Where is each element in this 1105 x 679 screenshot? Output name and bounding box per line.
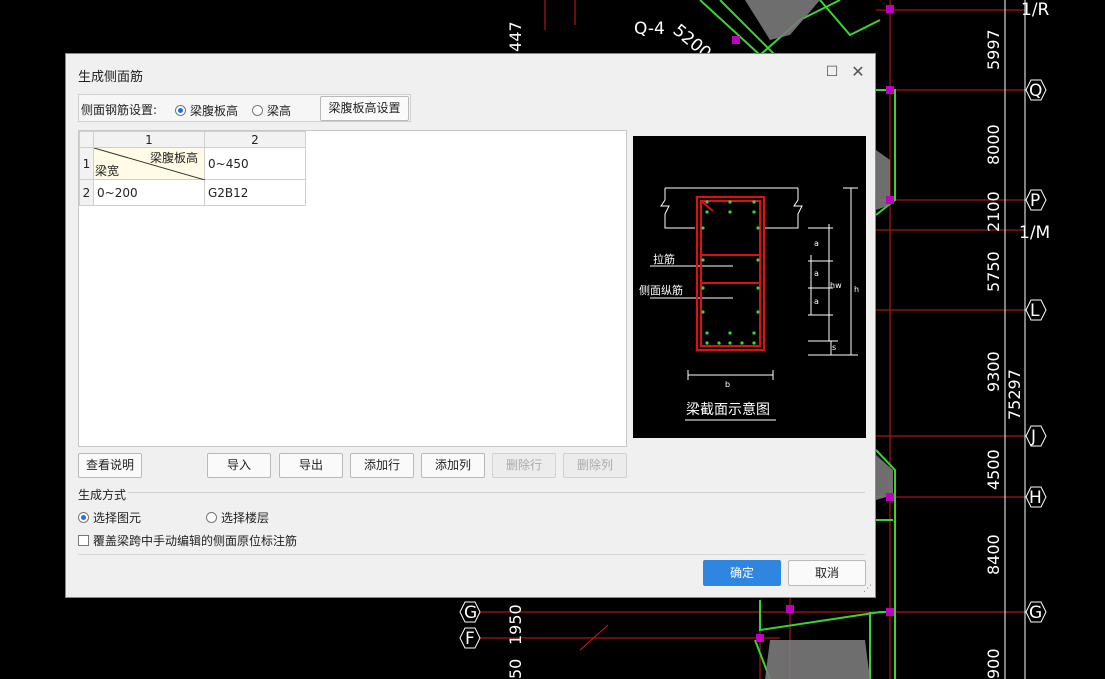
side-rebar-dialog: 生成侧面筋 ☐ ✕ 侧面钢筋设置: 梁腹板高 梁高 梁腹板高设置 1 2 1 梁… [65,53,876,598]
dim-8400: 8400 [984,534,1003,575]
col-header-2[interactable]: 2 [204,131,306,148]
beam-width-header: 梁宽 [95,164,120,178]
radio-checked-icon [175,105,186,116]
radio-web-height[interactable]: 梁腹板高 [175,102,238,119]
radio-beam-height[interactable]: 梁高 [252,102,291,119]
override-checkbox-label: 覆盖梁跨中手动编辑的侧面原位标注筋 [93,534,298,548]
radio-select-element-label: 选择图元 [93,511,142,525]
row-header-2[interactable]: 2 [79,179,94,206]
generation-mode-title: 生成方式 [78,488,127,502]
radio-select-floor-label: 选择楼层 [221,511,270,525]
dim-a-2: a [814,269,819,278]
delete-column-button[interactable]: 删除列 [563,453,627,478]
dim-9300: 9300 [984,351,1003,392]
diagram-caption: 梁截面示意图 [686,401,770,418]
axis-label-g-left: G [464,603,477,623]
export-button[interactable]: 导出 [279,453,343,478]
rebar-table: 1 2 1 梁腹板高 梁宽 0~450 2 0~200 G2B12 [79,131,306,206]
dim-s: s [832,343,836,352]
radio-beam-height-label: 梁高 [267,104,292,118]
close-icon[interactable]: ✕ [850,64,866,80]
axis-label-1r: 1/R [1021,0,1050,20]
dim-hw: hw [830,281,842,290]
radio-select-element[interactable]: 选择图元 [78,509,141,526]
cell-rebar-spec[interactable]: G2B12 [204,179,306,206]
dim-5997: 5997 [984,29,1003,70]
dim-1950: 1950 [506,604,525,645]
settings-label: 侧面钢筋设置: [81,103,158,117]
dim-h: h [854,285,859,294]
add-column-button[interactable]: 添加列 [421,453,485,478]
override-manual-annotation-checkbox[interactable]: 覆盖梁跨中手动编辑的侧面原位标注筋 [78,532,297,549]
dim-2100: 2100 [984,191,1003,232]
axis-label-l: L [1030,301,1040,321]
label-side-bar: 侧面纵筋 [639,283,683,297]
web-height-setup-button[interactable]: 梁腹板高设置 [320,96,409,121]
row-header-1[interactable]: 1 [79,147,94,180]
ok-button[interactable]: 确定 [703,560,781,586]
axis-label-h: H [1029,488,1042,508]
table-corner [79,131,94,148]
axis-label-p: P [1030,191,1040,211]
cell-beam-width-range[interactable]: 0~200 [93,179,205,206]
beam-section-diagram: 拉筋 侧面纵筋 a a a hw h s b 梁截面示意图 [633,136,866,438]
delete-row-button[interactable]: 删除行 [492,453,556,478]
radio-checked-icon [78,512,89,523]
resize-grip-icon[interactable]: ⋰ [863,584,872,594]
top-label-q4: Q-4 [634,19,665,39]
dim-900: 900 [984,648,1003,679]
dim-a-3: a [814,297,819,306]
radio-select-floor[interactable]: 选择楼层 [206,509,269,526]
radio-unchecked-icon [206,512,217,523]
dim-75297: 75297 [1005,369,1024,420]
axis-label-1m: 1/M [1019,223,1050,243]
maximize-icon[interactable]: ☐ [824,64,840,80]
help-button[interactable]: 查看说明 [78,453,142,478]
dim-50: 50 [506,659,525,679]
web-height-header: 梁腹板高 [149,151,198,165]
col-header-1[interactable]: 1 [93,131,205,148]
axis-label-q: Q [1029,81,1042,101]
axis-label-f: F [465,629,475,649]
dim-b: b [725,380,730,389]
checkbox-unchecked-icon [78,535,89,546]
cell-web-height-range[interactable]: 0~450 [204,147,306,180]
add-row-button[interactable]: 添加行 [350,453,414,478]
dialog-title: 生成侧面筋 [78,70,144,85]
import-button[interactable]: 导入 [207,453,271,478]
rebar-table-area[interactable]: 1 2 1 梁腹板高 梁宽 0~450 2 0~200 G2B12 [78,130,627,447]
section-divider [128,492,865,493]
axis-label-j: J [1030,427,1036,447]
cancel-button[interactable]: 取消 [788,560,866,586]
radio-unchecked-icon [252,105,263,116]
dim-a-1: a [814,239,819,248]
label-tie: 拉筋 [653,252,675,266]
diagonal-header-cell[interactable]: 梁腹板高 梁宽 [93,147,205,180]
footer-divider [78,554,865,555]
dim-5750: 5750 [984,251,1003,292]
dim-4500: 4500 [984,449,1003,490]
dim-8000: 8000 [984,124,1003,165]
axis-label-g-right: G [1029,603,1042,623]
side-rebar-settings-group: 侧面钢筋设置: 梁腹板高 梁高 梁腹板高设置 [78,94,411,122]
radio-web-height-label: 梁腹板高 [190,104,239,118]
